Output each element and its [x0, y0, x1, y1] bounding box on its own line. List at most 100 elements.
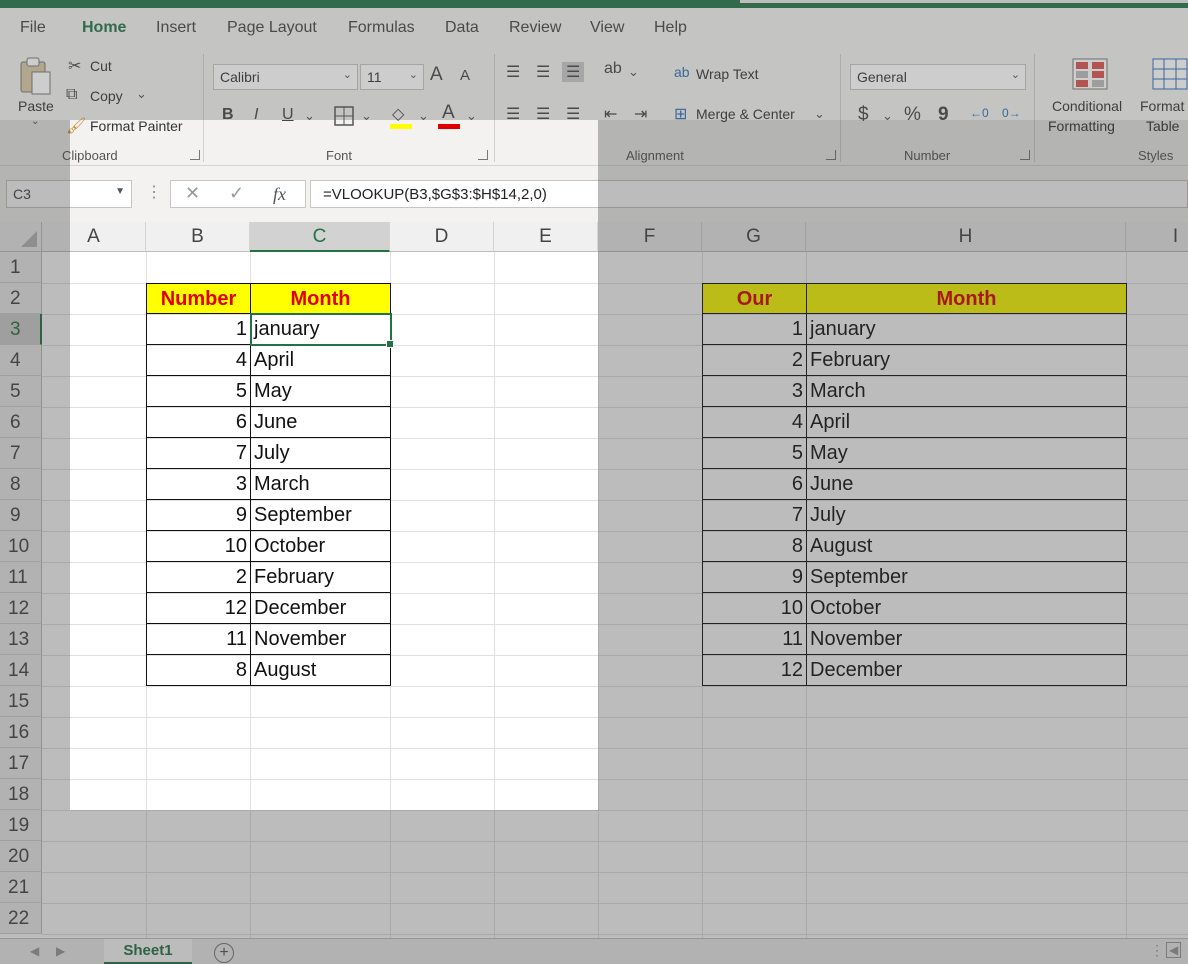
- paste-button[interactable]: Paste ⌄: [14, 54, 58, 128]
- table-cell[interactable]: 10: [702, 593, 807, 624]
- table-cell[interactable]: 1: [702, 314, 807, 345]
- table-cell[interactable]: June: [806, 469, 1127, 500]
- format-painter-button[interactable]: 🖌 Format Painter: [66, 116, 196, 138]
- row-header[interactable]: 17: [0, 748, 42, 779]
- table-cell[interactable]: 9: [146, 500, 251, 531]
- cancel-icon[interactable]: ✕: [185, 183, 200, 204]
- row-header[interactable]: 14: [0, 655, 42, 686]
- align-bottom-icon[interactable]: ☰: [562, 62, 585, 82]
- percent-button[interactable]: %: [904, 104, 921, 126]
- font-color-button[interactable]: A: [438, 102, 462, 130]
- table-cell[interactable]: 4: [146, 345, 251, 376]
- table-header-month[interactable]: Month: [806, 283, 1127, 314]
- increase-font-size-button[interactable]: A: [430, 64, 443, 86]
- next-sheet-icon[interactable]: ▶: [56, 944, 65, 958]
- row-header[interactable]: 20: [0, 841, 42, 872]
- chevron-down-icon[interactable]: ⌄: [361, 108, 372, 124]
- table-cell[interactable]: january: [806, 314, 1127, 345]
- table-cell[interactable]: 6: [146, 407, 251, 438]
- table-cell[interactable]: 7: [146, 438, 251, 469]
- name-box[interactable]: C3 ▼: [6, 180, 132, 208]
- borders-button[interactable]: [334, 106, 354, 126]
- chevron-down-icon[interactable]: ⌄: [628, 64, 639, 80]
- tab-page-layout[interactable]: Page Layout: [227, 19, 317, 37]
- tab-review[interactable]: Review: [509, 19, 561, 37]
- column-header-c[interactable]: C: [250, 222, 390, 252]
- table-cell[interactable]: 11: [146, 624, 251, 655]
- table-cell[interactable]: 8: [146, 655, 251, 686]
- table-cell[interactable]: 10: [146, 531, 251, 562]
- table-cell[interactable]: July: [806, 500, 1127, 531]
- tab-data[interactable]: Data: [445, 19, 479, 37]
- column-header-e[interactable]: E: [494, 222, 598, 252]
- conditional-formatting-button[interactable]: Conditional Formatting: [1046, 56, 1136, 140]
- table-header-month[interactable]: Month: [250, 283, 391, 314]
- table-cell[interactable]: November: [806, 624, 1127, 655]
- copy-button[interactable]: ⧉ Copy ⌄: [66, 86, 156, 108]
- decrease-decimal-icon[interactable]: 0→: [1002, 106, 1021, 120]
- fill-color-button[interactable]: ◇: [390, 104, 414, 130]
- table-cell[interactable]: 3: [702, 376, 807, 407]
- table-cell[interactable]: August: [806, 531, 1127, 562]
- row-header[interactable]: 3: [0, 314, 42, 345]
- table-cell[interactable]: 12: [146, 593, 251, 624]
- table-cell[interactable]: November: [250, 624, 391, 655]
- table-cell[interactable]: March: [250, 469, 391, 500]
- column-header-b[interactable]: B: [146, 222, 250, 252]
- more-options-icon[interactable]: ⋮: [1150, 942, 1164, 959]
- row-header[interactable]: 5: [0, 376, 42, 407]
- cut-button[interactable]: ✂ Cut: [68, 56, 148, 78]
- align-top-icon[interactable]: ☰: [506, 62, 520, 82]
- font-size-select[interactable]: 11 ⌄: [360, 64, 424, 90]
- row-header[interactable]: 18: [0, 779, 42, 810]
- prev-sheet-icon[interactable]: ◀: [30, 944, 39, 958]
- row-header[interactable]: 1: [0, 252, 42, 283]
- row-header[interactable]: 11: [0, 562, 42, 593]
- sheet-tab-sheet1[interactable]: Sheet1: [104, 939, 192, 964]
- table-cell[interactable]: September: [250, 500, 391, 531]
- number-format-select[interactable]: General ⌄: [850, 64, 1026, 90]
- table-cell[interactable]: April: [250, 345, 391, 376]
- row-header[interactable]: 8: [0, 469, 42, 500]
- currency-button[interactable]: $: [858, 104, 869, 126]
- table-cell[interactable]: 2: [146, 562, 251, 593]
- row-header[interactable]: 21: [0, 872, 42, 903]
- formula-input[interactable]: =VLOOKUP(B3,$G$3:$H$14,2,0): [310, 180, 1188, 208]
- insert-function-icon[interactable]: fx: [273, 184, 286, 205]
- add-sheet-button[interactable]: +: [214, 943, 234, 963]
- table-cell[interactable]: 7: [702, 500, 807, 531]
- column-header-d[interactable]: D: [390, 222, 494, 252]
- alignment-launcher-icon[interactable]: [826, 150, 836, 160]
- tab-insert[interactable]: Insert: [156, 19, 196, 37]
- worksheet-grid[interactable]: A B C D E F G H I 1 2 3 4 5 6 7 8 9 10 1…: [0, 222, 1188, 938]
- align-right-icon[interactable]: ☰: [566, 104, 580, 124]
- wrap-text-button[interactable]: ab Wrap Text: [674, 64, 794, 86]
- decrease-indent-icon[interactable]: ⇤: [604, 104, 617, 124]
- table-cell[interactable]: September: [806, 562, 1127, 593]
- font-launcher-icon[interactable]: [478, 150, 488, 160]
- table-cell[interactable]: 1: [146, 314, 251, 345]
- align-center-icon[interactable]: ☰: [536, 104, 550, 124]
- column-header-h[interactable]: H: [806, 222, 1126, 252]
- align-left-icon[interactable]: ☰: [506, 104, 520, 124]
- table-cell[interactable]: 6: [702, 469, 807, 500]
- tab-view[interactable]: View: [590, 19, 624, 37]
- table-cell[interactable]: 4: [702, 407, 807, 438]
- enter-icon[interactable]: ✓: [229, 183, 244, 204]
- chevron-down-icon[interactable]: ⌄: [31, 116, 39, 127]
- underline-button[interactable]: U: [282, 106, 294, 124]
- number-launcher-icon[interactable]: [1020, 150, 1030, 160]
- column-header-g[interactable]: G: [702, 222, 806, 252]
- chevron-down-icon[interactable]: ⌄: [304, 108, 315, 124]
- column-header-f[interactable]: F: [598, 222, 702, 252]
- font-name-select[interactable]: Calibri ⌄: [213, 64, 358, 90]
- row-header[interactable]: 13: [0, 624, 42, 655]
- table-cell[interactable]: 5: [702, 438, 807, 469]
- table-cell[interactable]: 9: [702, 562, 807, 593]
- merge-center-button[interactable]: ⊞ Merge & Center ⌄: [674, 104, 834, 126]
- row-header[interactable]: 4: [0, 345, 42, 376]
- column-header-a[interactable]: A: [42, 222, 146, 252]
- decrease-font-size-button[interactable]: A: [460, 67, 470, 84]
- table-cell[interactable]: February: [806, 345, 1127, 376]
- row-header[interactable]: 2: [0, 283, 42, 314]
